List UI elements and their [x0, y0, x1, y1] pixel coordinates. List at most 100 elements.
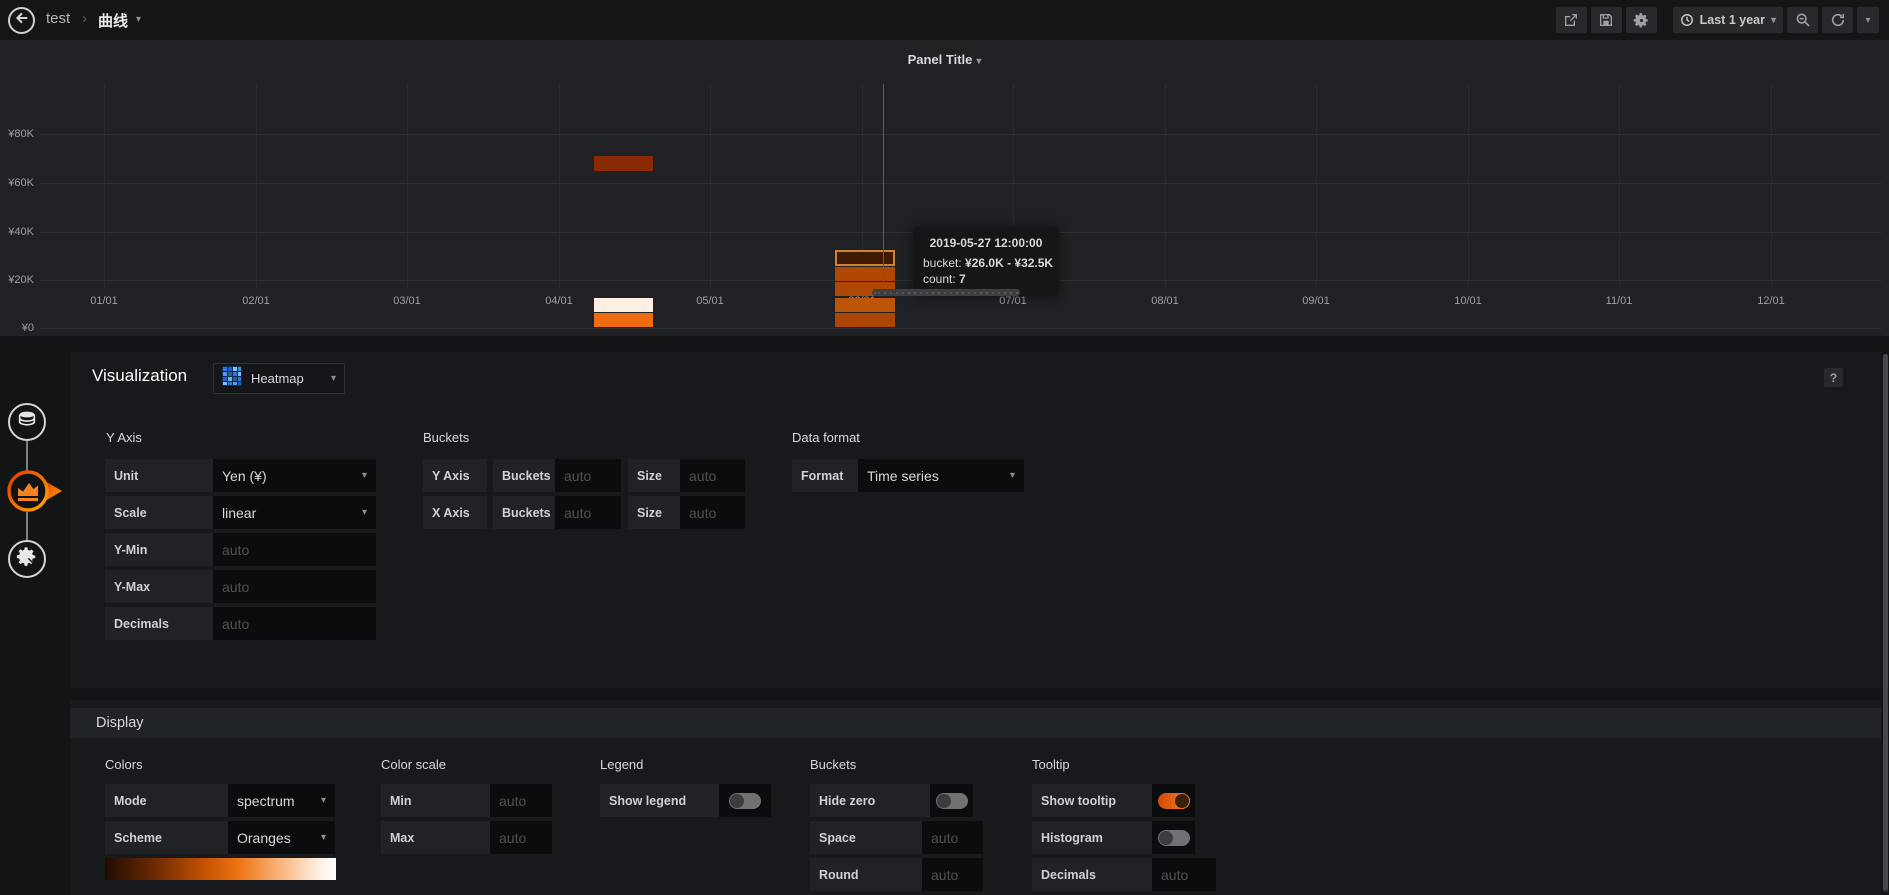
database-icon: [16, 409, 38, 436]
scrollbar-thumb[interactable]: [1883, 354, 1888, 891]
unit-select[interactable]: Yen (¥) ▾: [213, 459, 376, 492]
gridline-vertical: [559, 84, 560, 288]
buckets-count-label: Buckets: [493, 496, 555, 529]
panel-resize-handle[interactable]: [872, 289, 1020, 296]
x-axis-tick: 05/01: [696, 295, 724, 307]
gridline-vertical: [104, 84, 105, 288]
clock-icon: [1680, 13, 1694, 27]
tab-visualization-active[interactable]: [5, 468, 62, 514]
gridline-vertical: [1771, 84, 1772, 288]
scrollbar-track: [1883, 354, 1888, 893]
gridline-vertical: [1165, 84, 1166, 288]
space-row: Space: [810, 821, 983, 854]
time-picker-label: Last 1 year: [1699, 13, 1765, 27]
min-input[interactable]: [490, 784, 552, 817]
buckets-count-label: Buckets: [493, 459, 555, 492]
breadcrumb-separator: ›: [82, 10, 87, 27]
show-legend-toggle[interactable]: [719, 784, 771, 817]
mode-select[interactable]: spectrum ▾: [228, 784, 335, 817]
ymax-label: Y-Max: [105, 570, 213, 603]
toggle-off: [1157, 829, 1190, 846]
save-icon: [1598, 12, 1614, 28]
tooltip-decimals-row: Decimals: [1032, 858, 1216, 891]
scale-select[interactable]: linear ▾: [213, 496, 376, 529]
show-tooltip-toggle[interactable]: [1152, 784, 1195, 817]
breadcrumb-dashboard[interactable]: test: [46, 10, 70, 27]
toggle-off: [729, 792, 761, 809]
format-label: Format: [792, 459, 858, 492]
breadcrumb-panel[interactable]: 曲线: [98, 10, 128, 31]
visualization-picker[interactable]: Heatmap ▾: [213, 363, 345, 394]
gridline-vertical: [710, 84, 711, 288]
heatmap-cell[interactable]: [835, 267, 895, 281]
hide-zero-row: Hide zero: [810, 784, 973, 817]
refresh-button[interactable]: [1822, 7, 1853, 33]
y-axis-tick: ¥0: [21, 322, 34, 334]
navbar-actions: Last 1 year ▾ ▾: [1555, 7, 1879, 33]
buckets-xaxis-label: X Axis: [423, 496, 487, 529]
refresh-icon: [1830, 12, 1846, 28]
heatmap-cell[interactable]: [835, 298, 895, 312]
panel-title[interactable]: Panel Title ▾: [0, 52, 1889, 67]
histogram-row: Histogram: [1032, 821, 1195, 854]
buckets-size-input[interactable]: [680, 496, 745, 529]
decimals-input[interactable]: [213, 607, 376, 640]
chevron-down-icon: ▾: [1009, 470, 1015, 481]
heatmap-cell[interactable]: [594, 313, 653, 327]
visualization-picker-value: Heatmap: [251, 371, 304, 386]
round-label: Round: [810, 858, 922, 891]
buckets-count-input[interactable]: [555, 459, 621, 492]
chevron-down-icon: ▾: [320, 832, 326, 843]
buckets-group-heading: Buckets: [423, 430, 470, 445]
max-input[interactable]: [490, 821, 552, 854]
panel-settings-button[interactable]: [1625, 7, 1657, 33]
min-label: Min: [381, 784, 490, 817]
x-axis-tick: 09/01: [1302, 295, 1330, 307]
ymax-input[interactable]: [213, 570, 376, 603]
show-tooltip-row: Show tooltip: [1032, 784, 1195, 817]
save-button[interactable]: [1590, 7, 1622, 33]
buckets-size-label: Size: [628, 459, 680, 492]
buckets-yaxis-row: Y Axis Buckets Size: [423, 459, 745, 492]
x-axis-tick: 01/01: [90, 295, 118, 307]
ymin-input[interactable]: [213, 533, 376, 566]
tooltip-decimals-input[interactable]: [1152, 858, 1216, 891]
x-axis-tick: 12/01: [1757, 295, 1785, 307]
crosshair-line: [883, 84, 884, 288]
buckets-size-input[interactable]: [680, 459, 745, 492]
chevron-down-icon: ▾: [320, 795, 326, 806]
tab-queries[interactable]: [8, 403, 46, 441]
zoom-out-icon: [1795, 12, 1811, 28]
round-input[interactable]: [922, 858, 983, 891]
heatmap-cell[interactable]: [594, 298, 653, 312]
share-button[interactable]: [1555, 7, 1587, 33]
zoom-out-button[interactable]: [1787, 7, 1818, 33]
toggle-off: [935, 792, 968, 809]
heatmap-cell[interactable]: [835, 313, 895, 327]
space-input[interactable]: [922, 821, 983, 854]
chevron-down-icon: ▾: [361, 507, 367, 518]
refresh-caret-icon: ▾: [1865, 14, 1871, 26]
time-picker-button[interactable]: Last 1 year ▾: [1672, 7, 1783, 33]
visualization-picker-caret-icon: ▾: [330, 373, 336, 384]
refresh-interval-button[interactable]: ▾: [1857, 7, 1879, 33]
heatmap-cell[interactable]: [835, 250, 895, 266]
help-button[interactable]: ?: [1824, 368, 1843, 387]
panel-title-caret-icon: ▾: [976, 56, 982, 67]
heatmap-thumbnail-icon: [222, 366, 242, 391]
hide-zero-toggle[interactable]: [930, 784, 973, 817]
unit-label: Unit: [105, 459, 213, 492]
tooltip-group-heading: Tooltip: [1032, 757, 1070, 772]
tab-general[interactable]: [8, 540, 46, 578]
scheme-select[interactable]: Oranges ▾: [228, 821, 335, 854]
format-select[interactable]: Time series ▾: [858, 459, 1024, 492]
heatmap-cell[interactable]: [594, 156, 653, 171]
x-axis-tick: 07/01: [999, 295, 1027, 307]
buckets-count-input[interactable]: [555, 496, 621, 529]
tooltip-bucket: bucket: ¥26.0K - ¥32.5K: [923, 256, 1054, 270]
x-axis-tick: 08/01: [1151, 295, 1179, 307]
histogram-toggle[interactable]: [1152, 821, 1195, 854]
y-axis-tick: ¥20K: [8, 274, 34, 286]
gridline-horizontal: [40, 134, 1881, 135]
back-button[interactable]: [8, 7, 35, 34]
